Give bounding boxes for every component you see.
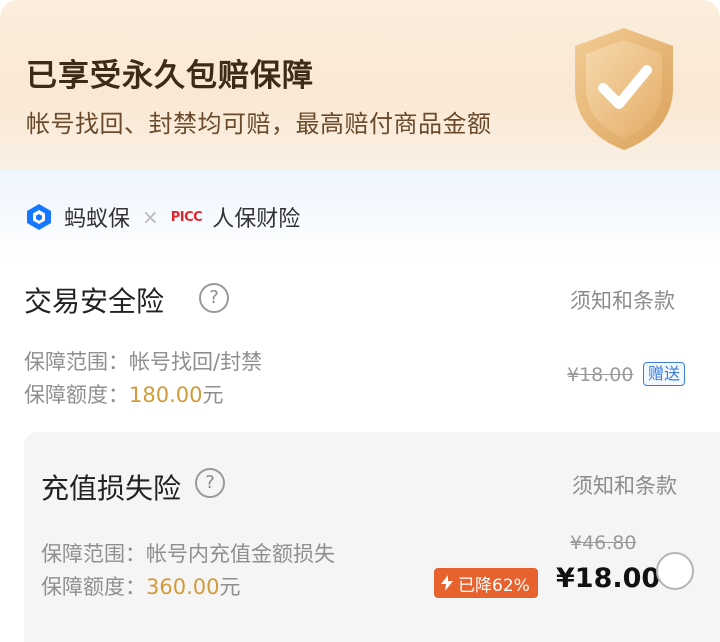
banner-title: 已享受永久包赔保障	[26, 58, 314, 94]
discount-badge: 已降62%	[434, 568, 538, 598]
coverage-scope: 保障范围：帐号找回/封禁	[24, 346, 262, 376]
antbao-logo-icon	[27, 204, 51, 230]
shield-check-icon	[575, 28, 673, 150]
amount-value: 180.00	[129, 383, 203, 407]
insurance-title: 充值损失险	[41, 472, 182, 505]
select-radio[interactable]	[656, 552, 694, 590]
insurance-card-recharge-loss[interactable]: 充值损失险 ? 须知和条款 保障范围：帐号内充值金额损失 保障额度：360.00…	[24, 432, 720, 642]
amount-label: 保障额度：	[41, 575, 146, 599]
brand-row: 蚂蚁保 × PICC 人保财险	[24, 201, 300, 233]
coverage-amount: 保障额度：360.00元	[41, 571, 240, 601]
current-price: ¥18.00	[556, 563, 661, 594]
amount-unit: 元	[219, 575, 241, 599]
brand-picc: 人保财险	[212, 207, 301, 232]
question-circle-icon[interactable]: ?	[199, 283, 229, 313]
scope-label: 保障范围：	[24, 350, 129, 374]
scope-label: 保障范围：	[41, 542, 146, 566]
amount-unit: 元	[202, 383, 224, 407]
amount-value: 360.00	[146, 575, 220, 599]
coverage-scope: 保障范围：帐号内充值金额损失	[41, 538, 335, 568]
scope-value: 帐号找回/封禁	[129, 350, 263, 374]
insurance-title: 交易安全险	[24, 285, 165, 318]
terms-link[interactable]: 须知和条款	[572, 470, 677, 500]
gift-tag: 赠送	[643, 362, 686, 386]
coverage-amount: 保障额度：180.00元	[24, 379, 223, 409]
original-price: ¥18.00	[567, 364, 634, 386]
amount-label: 保障额度：	[24, 383, 129, 407]
brand-separator: ×	[142, 205, 159, 229]
picc-logo: PICC	[170, 209, 203, 225]
original-price: ¥46.80	[570, 532, 637, 554]
lightning-icon	[441, 575, 453, 591]
question-circle-icon[interactable]: ?	[195, 468, 225, 498]
guarantee-banner: 已享受永久包赔保障 帐号找回、封禁均可赔，最高赔付商品金额	[0, 0, 720, 175]
terms-link[interactable]: 须知和条款	[570, 285, 675, 315]
insurance-card-trade-safety: 交易安全险 ? 须知和条款 保障范围：帐号找回/封禁 保障额度：180.00元 …	[0, 260, 720, 425]
banner-subtitle: 帐号找回、封禁均可赔，最高赔付商品金额	[26, 110, 492, 138]
scope-value: 帐号内充值金额损失	[146, 542, 335, 566]
brand-antbao: 蚂蚁保	[64, 207, 131, 232]
discount-text: 已降62%	[458, 575, 530, 596]
